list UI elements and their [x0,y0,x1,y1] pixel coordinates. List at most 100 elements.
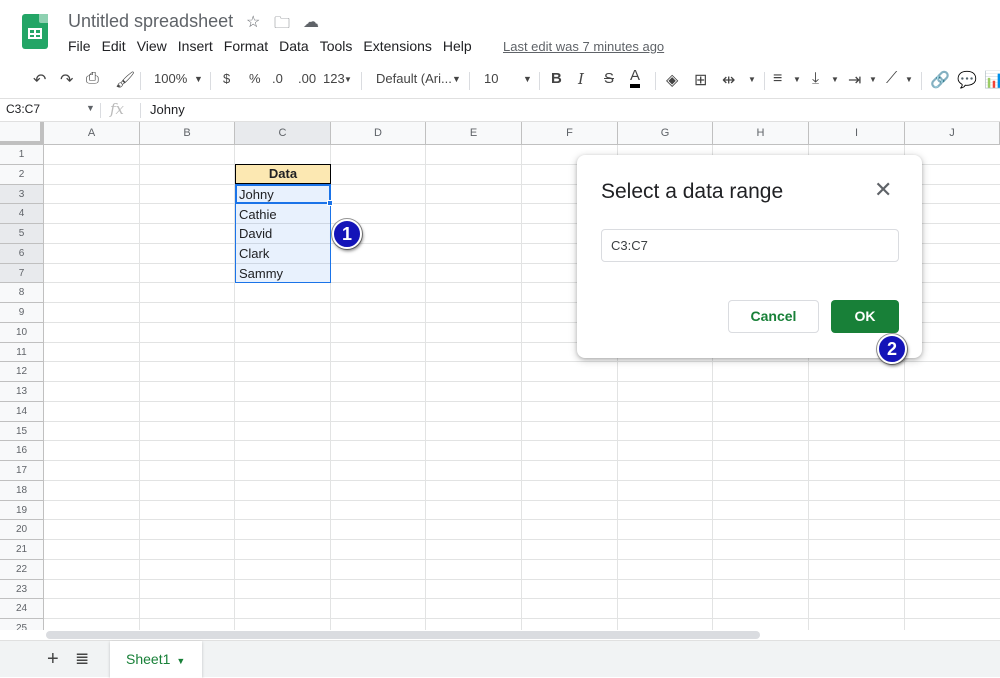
menu-view[interactable]: View [137,38,167,54]
cell-c5[interactable]: David [235,224,331,243]
menu-data[interactable]: Data [279,38,309,54]
menu-insert[interactable]: Insert [178,38,213,54]
menu-tools[interactable]: Tools [320,38,353,54]
column-header-i[interactable]: I [809,122,905,145]
row-header-20[interactable]: 20 [0,520,44,540]
row-header-4[interactable]: 4 [0,204,44,224]
row-header-24[interactable]: 24 [0,599,44,619]
chevron-down-icon[interactable]: ▼ [831,75,839,84]
chevron-down-icon[interactable]: ▼ [793,75,801,84]
formula-input[interactable]: Johny [150,102,185,117]
row-header-12[interactable]: 12 [0,362,44,382]
column-header-f[interactable]: F [522,122,618,145]
column-header-a[interactable]: A [44,122,140,145]
column-header-e[interactable]: E [426,122,522,145]
print-icon[interactable]: ⎙ [86,70,99,88]
cancel-button[interactable]: Cancel [728,300,819,333]
increase-decimal-button[interactable]: .00 [298,71,316,86]
row-header-10[interactable]: 10 [0,322,44,343]
insert-comment-icon[interactable]: 💬 [957,70,977,90]
name-box[interactable]: C3:C7 [6,102,40,116]
chevron-down-icon[interactable]: ▼ [523,74,532,84]
column-header-j[interactable]: J [905,122,1000,145]
row-header-7[interactable]: 7 [0,263,44,284]
column-header-b[interactable]: B [140,122,235,145]
row-header-8[interactable]: 8 [0,283,44,303]
paint-format-icon[interactable]: 🖌 [115,70,135,90]
more-formats-button[interactable]: 123 [323,71,345,86]
borders-icon[interactable]: ⊞ [694,70,707,90]
row-header-1[interactable]: 1 [0,145,44,165]
font-select[interactable]: Default (Ari... [376,71,452,86]
chevron-down-icon[interactable]: ▼ [194,74,203,84]
horizontal-scrollbar-thumb[interactable] [46,631,760,639]
add-sheet-icon[interactable]: + [47,648,59,671]
strikethrough-button[interactable]: S [604,70,614,87]
sheets-logo[interactable] [22,14,48,49]
cell-c6[interactable]: Clark [235,244,331,263]
chevron-down-icon[interactable]: ▼ [452,74,461,84]
menu-file[interactable]: File [68,38,91,54]
move-folder-icon[interactable]: 🗀 [274,12,290,39]
cell-c4[interactable]: Cathie [235,205,331,224]
percent-format-button[interactable]: % [249,71,261,86]
ok-button[interactable]: OK [831,300,899,333]
row-header-21[interactable]: 21 [0,540,44,560]
chevron-down-icon[interactable]: ▼ [344,75,352,84]
merge-cells-icon[interactable]: ⇹ [722,70,735,90]
row-header-13[interactable]: 13 [0,382,44,402]
sheet-tab-sheet1[interactable]: Sheet1 ▼ [110,641,202,678]
last-edit-link[interactable]: Last edit was 7 minutes ago [503,39,664,54]
redo-icon[interactable]: ↷ [60,70,73,90]
column-header-g[interactable]: G [618,122,713,145]
cell-c7[interactable]: Sammy [235,264,331,283]
range-input[interactable] [601,229,899,262]
zoom-select[interactable]: 100% [154,71,187,86]
row-header-19[interactable]: 19 [0,500,44,521]
close-icon[interactable]: ✕ [874,177,892,203]
chevron-down-icon[interactable]: ▼ [176,656,185,666]
row-header-5[interactable]: 5 [0,224,44,244]
fill-handle[interactable] [327,200,333,206]
menu-help[interactable]: Help [443,38,472,54]
select-all-corner[interactable] [0,122,44,145]
document-title[interactable]: Untitled spreadsheet [68,11,233,32]
text-color-button[interactable]: A [630,68,641,88]
all-sheets-icon[interactable]: ≣ [75,649,89,669]
row-header-17[interactable]: 17 [0,461,44,481]
decrease-decimal-button[interactable]: .0 [272,71,283,86]
row-header-25[interactable]: 25 [0,619,44,630]
text-wrapping-icon[interactable]: ⇥ [848,70,861,90]
cloud-status-icon[interactable]: ☁ [303,12,319,32]
menu-edit[interactable]: Edit [102,38,126,54]
chevron-down-icon[interactable]: ▼ [869,75,877,84]
row-header-14[interactable]: 14 [0,401,44,422]
column-header-c[interactable]: C [235,122,331,145]
undo-icon[interactable]: ↶ [33,70,46,90]
row-header-3[interactable]: 3 [0,184,44,205]
row-header-16[interactable]: 16 [0,441,44,461]
insert-link-icon[interactable]: 🔗 [930,70,950,90]
insert-chart-icon[interactable]: 📊 [984,70,1000,90]
chevron-down-icon[interactable]: ▼ [86,103,95,113]
row-header-15[interactable]: 15 [0,421,44,442]
vertical-align-icon[interactable]: ⤓ [812,70,819,88]
bold-button[interactable]: B [551,70,562,87]
menu-format[interactable]: Format [224,38,268,54]
row-header-6[interactable]: 6 [0,243,44,264]
font-size-select[interactable]: 10 [484,71,498,86]
chevron-down-icon[interactable]: ▼ [905,75,913,84]
row-header-9[interactable]: 9 [0,303,44,323]
column-header-d[interactable]: D [331,122,426,145]
currency-format-button[interactable]: $ [223,71,230,86]
row-header-23[interactable]: 23 [0,579,44,600]
cell-c2[interactable]: Data [235,164,331,184]
star-icon[interactable]: ☆ [246,12,260,32]
row-header-2[interactable]: 2 [0,164,44,185]
row-header-18[interactable]: 18 [0,480,44,501]
horizontal-align-icon[interactable]: ≡ [773,70,782,88]
text-rotation-icon[interactable]: ⟋ [886,70,897,88]
row-header-11[interactable]: 11 [0,342,44,363]
chevron-down-icon[interactable]: ▼ [748,75,756,84]
column-header-h[interactable]: H [713,122,809,145]
